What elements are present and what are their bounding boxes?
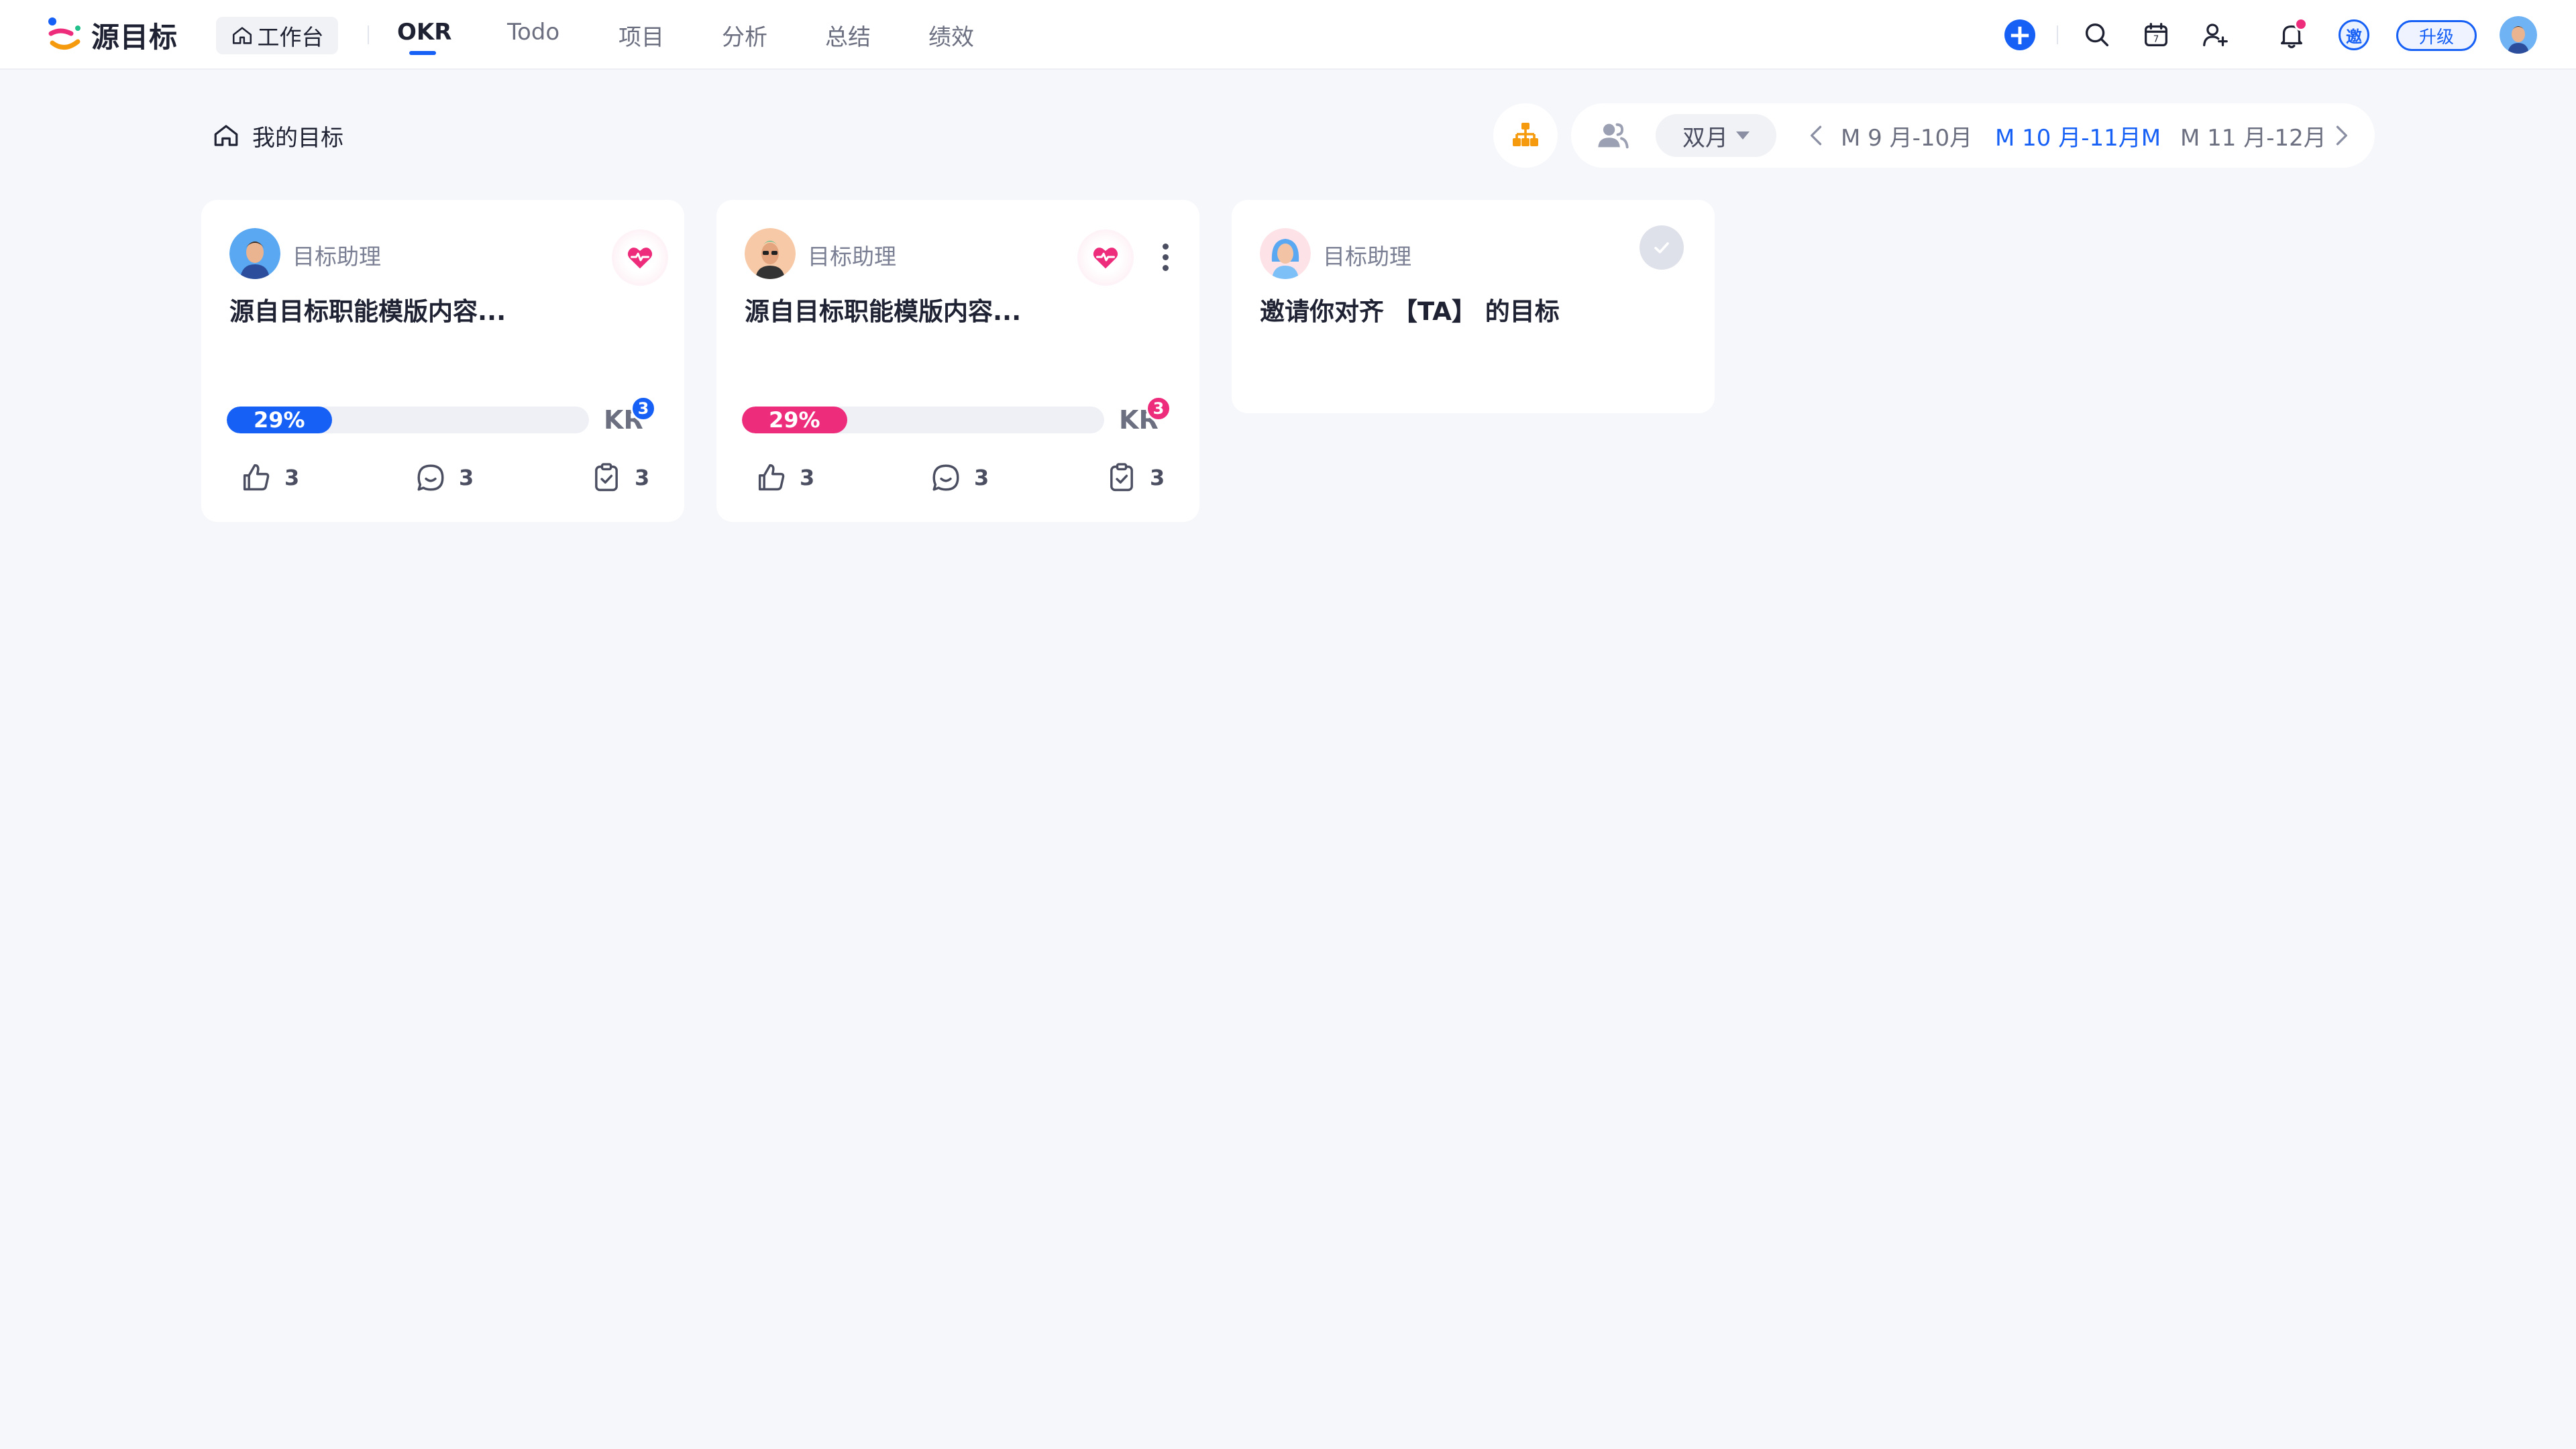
alignment-invite-card[interactable]: 目标助理 邀请你对齐 【TA】 的目标: [1232, 200, 1715, 413]
comment-count: 3: [974, 465, 989, 490]
owner-name: 目标助理: [1323, 244, 1411, 270]
more-options-icon[interactable]: [1148, 240, 1182, 274]
objective-title[interactable]: 源自目标职能模版内容...: [229, 291, 506, 327]
search-button[interactable]: [2080, 17, 2114, 52]
avatar-illustration: [229, 228, 280, 279]
progress-fill: 29%: [227, 407, 332, 433]
caret-down-icon: [1736, 131, 1750, 140]
add-icon: +: [2004, 19, 2035, 50]
upgrade-button[interactable]: 升级: [2396, 20, 2477, 51]
owner-avatar: [1260, 228, 1311, 279]
nav-tab-todo[interactable]: Todo: [507, 19, 559, 46]
like-button[interactable]: 3: [239, 459, 299, 496]
top-navigation-bar: 源目标 工作台 OKR Todo 项目 分析 总结 绩效 + 7 邀 升级: [0, 0, 2576, 70]
nav-tab-projects[interactable]: 项目: [619, 19, 664, 52]
clipboard-check-icon: [595, 463, 618, 492]
chevron-right-icon[interactable]: [2326, 121, 2356, 150]
period-option[interactable]: M 11 月-12月: [2180, 119, 2326, 152]
org-chart-button[interactable]: [1493, 103, 1558, 168]
invite-title[interactable]: 邀请你对齐 【TA】 的目标: [1260, 291, 1560, 327]
home-icon: [232, 27, 252, 44]
avatar-illustration: [1260, 228, 1311, 279]
nav-tab-analysis[interactable]: 分析: [722, 19, 767, 52]
owner-name: 目标助理: [292, 244, 381, 270]
period-option-active[interactable]: M 10 月-11月M: [1995, 119, 2161, 152]
comment-icon: [417, 464, 444, 491]
period-selector-bar: 双月 M 9 月-10月 M 10 月-11月M M 11 月-12月: [1571, 103, 2375, 168]
task-count: 3: [1150, 465, 1165, 490]
health-button[interactable]: [1077, 229, 1134, 286]
comment-button[interactable]: 3: [928, 459, 989, 496]
owner-avatar: [229, 228, 280, 279]
logo-icon: [48, 17, 80, 50]
progress-bar: 29%: [227, 407, 589, 433]
health-button[interactable]: [612, 229, 668, 286]
kr-count-badge: 3: [631, 396, 656, 421]
check-button[interactable]: [1640, 225, 1684, 270]
objective-card[interactable]: 目标助理 源自目标职能模版内容... 29% KR 3 3 3 3: [716, 200, 1199, 522]
page-title: 我的目标: [252, 124, 343, 152]
toolbar-divider: [2057, 25, 2058, 44]
add-member-button[interactable]: [2198, 17, 2233, 52]
calendar-button[interactable]: 7: [2139, 17, 2174, 52]
comment-button[interactable]: 3: [413, 459, 474, 496]
like-count: 3: [284, 465, 300, 490]
owner-avatar: [745, 228, 796, 279]
team-icon[interactable]: [1595, 118, 1630, 153]
add-user-icon: [2203, 23, 2228, 46]
kr-count-badge: 3: [1146, 396, 1171, 421]
progress-bar: 29%: [742, 407, 1104, 433]
avatar-illustration: [2500, 16, 2537, 54]
progress-fill: 29%: [742, 407, 847, 433]
notifications-button[interactable]: [2274, 17, 2309, 52]
avatar-illustration: [745, 228, 796, 279]
objective-card[interactable]: 目标助理 源自目标职能模版内容... 29% KR 3 3 3 3: [201, 200, 684, 522]
comment-count: 3: [459, 465, 474, 490]
nav-tab-performance[interactable]: 绩效: [928, 19, 974, 52]
invite-button[interactable]: 邀: [2339, 19, 2369, 50]
brand-name: 源目标: [91, 20, 178, 54]
heart-pulse-icon: [627, 248, 653, 269]
create-button[interactable]: +: [2002, 17, 2037, 52]
search-icon: [2085, 23, 2109, 47]
nav-tab-okr[interactable]: OKR: [397, 19, 451, 46]
period-type-select[interactable]: 双月: [1656, 114, 1776, 157]
active-tab-indicator: [409, 51, 436, 55]
heart-pulse-icon: [1093, 248, 1118, 269]
chevron-left-icon[interactable]: [1802, 121, 1831, 150]
clipboard-check-icon: [1110, 463, 1133, 492]
owner-name: 目标助理: [808, 244, 896, 270]
workbench-label: 工作台: [257, 24, 324, 50]
thumbs-up-icon: [758, 464, 785, 491]
home-icon: [214, 125, 238, 146]
workbench-button[interactable]: 工作台: [216, 17, 338, 54]
breadcrumb[interactable]: 我的目标: [212, 119, 343, 152]
task-button[interactable]: 3: [1104, 459, 1165, 496]
org-chart-icon: [1513, 123, 1538, 146]
calendar-icon: 7: [2145, 23, 2167, 46]
task-count: 3: [635, 465, 650, 490]
period-type-value: 双月: [1682, 124, 1728, 152]
checkmark-icon: [1654, 242, 1669, 254]
thumbs-up-icon: [243, 464, 270, 491]
period-option[interactable]: M 9 月-10月: [1841, 119, 1972, 152]
like-button[interactable]: 3: [754, 459, 814, 496]
task-button[interactable]: 3: [589, 459, 649, 496]
user-avatar[interactable]: [2500, 16, 2537, 54]
app-logo[interactable]: 源目标: [44, 13, 178, 56]
nav-tab-summary[interactable]: 总结: [825, 19, 871, 52]
comment-icon: [932, 464, 959, 491]
objective-title[interactable]: 源自目标职能模版内容...: [745, 291, 1021, 327]
nav-divider: [368, 25, 369, 44]
calendar-day: 7: [2153, 35, 2159, 45]
notification-dot: [2294, 17, 2308, 31]
like-count: 3: [800, 465, 815, 490]
